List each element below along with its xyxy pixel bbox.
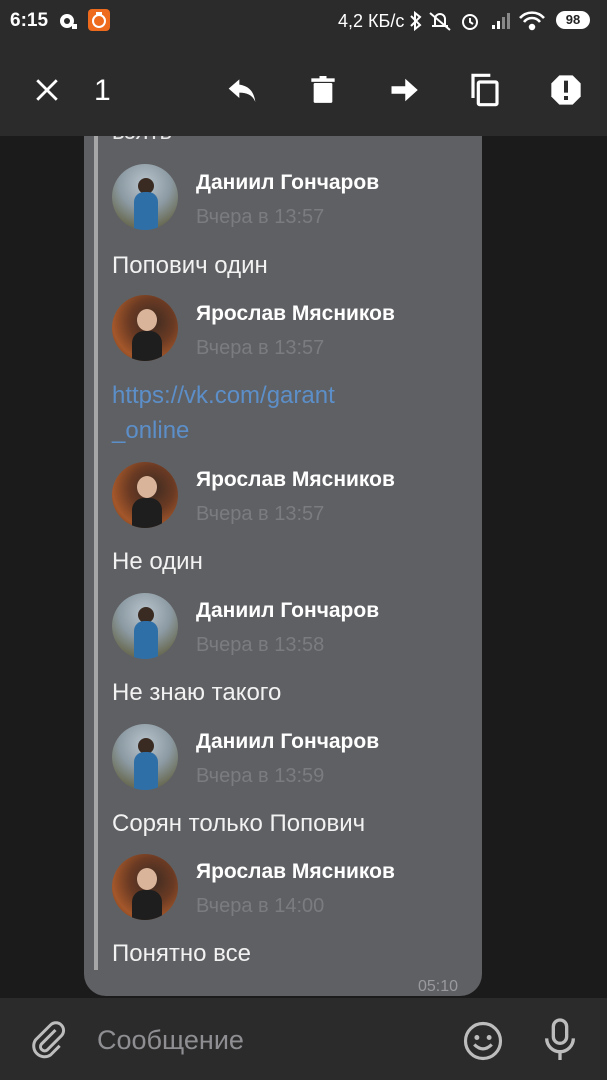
delete-icon <box>311 76 335 103</box>
delete-button[interactable] <box>301 68 345 112</box>
message-text: Понятно все <box>112 940 251 967</box>
alarm-icon <box>462 14 478 30</box>
bluetooth-icon <box>410 10 422 32</box>
message-time: Вчера в 13:58 <box>196 634 325 656</box>
emoji-icon[interactable] <box>462 1020 504 1062</box>
forward-icon <box>391 78 418 102</box>
mute-bell-icon <box>429 12 451 31</box>
avatar[interactable] <box>112 593 178 659</box>
message-time: Вчера в 13:57 <box>196 503 325 525</box>
message-time: Вчера в 13:57 <box>196 206 325 228</box>
reply-button[interactable] <box>220 68 264 112</box>
avatar[interactable] <box>112 462 178 528</box>
link-line: _online <box>112 417 190 444</box>
cut-text: взять <box>112 136 172 146</box>
microphone-icon[interactable] <box>540 1018 580 1062</box>
selected-count: 1 <box>94 74 111 107</box>
network-speed: 4,2 КБ/с <box>338 11 405 31</box>
status-icons <box>410 10 545 32</box>
chat-area[interactable]: взять Даниил Гончаров Вчера в 13:57 Попо… <box>0 136 607 998</box>
avatar[interactable] <box>112 295 178 361</box>
avatar[interactable] <box>112 164 178 230</box>
status-time: 6:15 <box>10 10 49 31</box>
selection-toolbar: 1 <box>0 44 607 136</box>
author-name[interactable]: Ярослав Мясников <box>196 302 395 326</box>
message-input-bar: Сообщение <box>0 998 607 1080</box>
message-text: Не один <box>112 548 203 575</box>
status-bar: 6:15 4,2 КБ/с 98 <box>0 0 607 44</box>
message-input[interactable]: Сообщение <box>97 1025 244 1056</box>
avatar[interactable] <box>112 854 178 920</box>
message-time: Вчера в 13:57 <box>196 337 325 359</box>
message-link[interactable]: https://vk.com/garant _online <box>112 378 392 448</box>
app-notification-icon <box>88 9 110 31</box>
copy-icon <box>471 73 499 107</box>
forwarded-quote-bar <box>94 136 98 970</box>
wifi-icon <box>519 11 545 31</box>
reply-icon <box>228 79 256 102</box>
message-text: Попович один <box>112 252 268 279</box>
attach-icon[interactable] <box>28 1020 68 1060</box>
notification-icon <box>60 14 77 29</box>
author-name[interactable]: Ярослав Мясников <box>196 468 395 492</box>
forward-button[interactable] <box>382 68 426 112</box>
battery-indicator: 98 <box>556 11 590 29</box>
close-button[interactable] <box>25 68 69 112</box>
author-name[interactable]: Даниил Гончаров <box>196 171 379 195</box>
signal-icon <box>492 13 510 29</box>
avatar[interactable] <box>112 724 178 790</box>
link-line: https://vk.com/garant <box>112 382 335 409</box>
bubble-timestamp: 05:10 <box>418 978 459 995</box>
copy-button[interactable] <box>463 68 507 112</box>
report-button[interactable] <box>544 68 588 112</box>
author-name[interactable]: Даниил Гончаров <box>196 730 379 754</box>
message-time: Вчера в 13:59 <box>196 765 325 787</box>
author-name[interactable]: Ярослав Мясников <box>196 860 395 884</box>
report-icon <box>551 75 581 105</box>
message-text: Не знаю такого <box>112 679 282 706</box>
message-text: Сорян только Попович <box>112 810 366 837</box>
message-time: Вчера в 14:00 <box>196 895 325 917</box>
close-icon <box>36 79 58 101</box>
author-name[interactable]: Даниил Гончаров <box>196 599 379 623</box>
